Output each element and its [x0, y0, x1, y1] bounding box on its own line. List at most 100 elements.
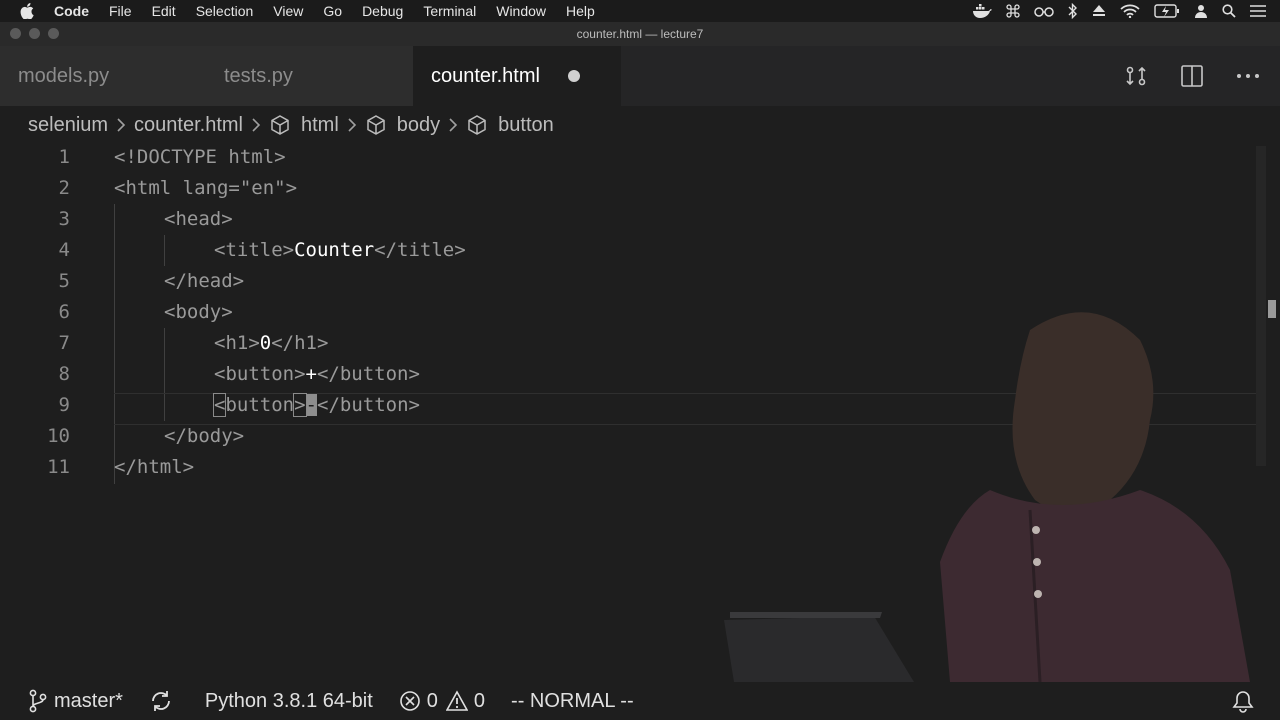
code-line[interactable]: 3 <head> — [0, 204, 1256, 235]
chevron-right-icon — [251, 117, 261, 133]
menu-go[interactable]: Go — [323, 3, 342, 19]
menu-bar: Code File Edit Selection View Go Debug T… — [0, 0, 1280, 22]
menu-edit[interactable]: Edit — [152, 3, 176, 19]
menu-selection[interactable]: Selection — [196, 3, 254, 19]
tag-open: <h1> — [214, 332, 260, 354]
menu-app-code[interactable]: Code — [54, 3, 89, 19]
line-text: </body> — [164, 425, 245, 447]
more-actions-icon[interactable] — [1236, 73, 1260, 79]
editor-actions — [1124, 46, 1260, 106]
chevron-right-icon — [116, 117, 126, 133]
zoom-window-button[interactable] — [48, 28, 59, 39]
code-line[interactable]: 4 <title>Counter</title> — [0, 235, 1256, 266]
symbol-cube-icon — [365, 114, 387, 136]
notifications-bell-icon[interactable] — [1232, 690, 1254, 719]
sync-button[interactable] — [149, 690, 179, 712]
git-branch-icon — [29, 689, 47, 713]
tag-name: button — [225, 394, 295, 416]
eject-icon[interactable] — [1092, 5, 1106, 17]
bracket-match: > — [293, 393, 307, 417]
apple-logo-icon[interactable] — [20, 2, 38, 20]
symbol-cube-icon — [466, 114, 488, 136]
menu-terminal[interactable]: Terminal — [423, 3, 476, 19]
line-text: <body> — [164, 301, 233, 323]
tag-open: <button> — [214, 363, 306, 385]
line-number: 5 — [58, 270, 70, 292]
split-editor-icon[interactable] — [1180, 64, 1204, 88]
line-number: 6 — [58, 301, 70, 323]
close-window-button[interactable] — [10, 28, 21, 39]
line-text: <head> — [164, 208, 233, 230]
breadcrumb-file-counter-html[interactable]: counter.html — [134, 114, 243, 137]
command-key-icon[interactable] — [1006, 4, 1020, 18]
menu-debug[interactable]: Debug — [362, 3, 403, 19]
line-number: 7 — [58, 332, 70, 354]
tag-close: </title> — [374, 239, 466, 261]
breadcrumb-label: body — [396, 113, 441, 136]
git-branch[interactable]: master* — [28, 689, 123, 713]
line-text: <button>-</button> — [212, 390, 420, 421]
bluetooth-icon[interactable] — [1068, 3, 1078, 19]
tab-models-py[interactable]: models.py — [0, 46, 206, 106]
code-line[interactable]: 5 </head> — [0, 266, 1256, 297]
breadcrumb-label: html — [301, 113, 339, 136]
menu-view[interactable]: View — [273, 3, 303, 19]
tab-label: tests.py — [224, 64, 293, 87]
user-icon[interactable] — [1194, 4, 1208, 18]
line-number: 3 — [58, 208, 70, 230]
line-number: 10 — [47, 425, 70, 447]
tag-close: </button> — [316, 363, 420, 385]
branch-name: master* — [54, 689, 123, 712]
minimize-window-button[interactable] — [29, 28, 40, 39]
tag-close: </h1> — [271, 332, 329, 354]
breadcrumb-symbol-html[interactable]: html — [269, 114, 339, 137]
code-line[interactable]: 1 <!DOCTYPE html> — [0, 142, 1256, 173]
tag-open: <title> — [214, 239, 295, 261]
line-text: <!DOCTYPE html> — [114, 146, 286, 168]
warning-icon — [445, 690, 468, 711]
battery-charging-icon[interactable] — [1154, 4, 1180, 18]
text-content: + — [305, 363, 317, 385]
breadcrumb: selenium counter.html html body button — [28, 110, 554, 140]
line-number: 1 — [58, 146, 70, 168]
open-changes-icon[interactable] — [1124, 64, 1148, 88]
line-number: 4 — [58, 239, 70, 261]
tab-label: models.py — [18, 64, 110, 87]
unsaved-dot-icon[interactable] — [567, 70, 580, 82]
text-content: 0 — [259, 332, 272, 354]
docker-icon[interactable] — [972, 4, 992, 18]
glasses-icon[interactable] — [1034, 5, 1054, 17]
editor-tabs: models.py tests.py counter.html — [0, 46, 1280, 106]
menu-help[interactable]: Help — [566, 3, 595, 19]
breadcrumb-symbol-button[interactable]: button — [466, 114, 554, 137]
line-text: </head> — [164, 270, 245, 292]
text-content: Counter — [294, 239, 375, 261]
line-text: <button>+</button> — [214, 359, 420, 390]
chevron-right-icon — [448, 117, 458, 133]
error-count: 0 — [426, 689, 438, 712]
breadcrumb-symbol-body[interactable]: body — [365, 114, 440, 137]
line-text: <h1>0</h1> — [214, 328, 328, 359]
text-cursor[interactable]: - — [305, 394, 317, 416]
presenter-video-overlay — [724, 312, 1250, 682]
tab-counter-html[interactable]: counter.html — [413, 46, 621, 106]
window-title-bar: counter.html — lecture7 — [0, 22, 1280, 46]
line-number: 2 — [58, 177, 70, 199]
symbol-cube-icon — [269, 114, 291, 136]
wifi-icon[interactable] — [1120, 4, 1140, 18]
tab-label: counter.html — [431, 64, 540, 87]
code-line[interactable]: 2 <html lang="en"> — [0, 173, 1256, 204]
window-controls — [10, 28, 59, 39]
problems-indicator[interactable]: 0 0 — [399, 690, 485, 713]
breadcrumb-label: button — [498, 113, 554, 136]
line-number: 11 — [47, 456, 70, 478]
menu-window[interactable]: Window — [496, 3, 546, 19]
menu-file[interactable]: File — [109, 3, 132, 19]
spotlight-search-icon[interactable] — [1222, 4, 1236, 18]
chevron-right-icon — [347, 117, 357, 133]
breadcrumb-folder-selenium[interactable]: selenium — [28, 114, 108, 137]
control-center-icon[interactable] — [1250, 5, 1266, 17]
python-interpreter[interactable]: Python 3.8.1 64-bit — [205, 690, 373, 713]
error-icon — [399, 691, 420, 711]
tab-tests-py[interactable]: tests.py — [206, 46, 413, 106]
